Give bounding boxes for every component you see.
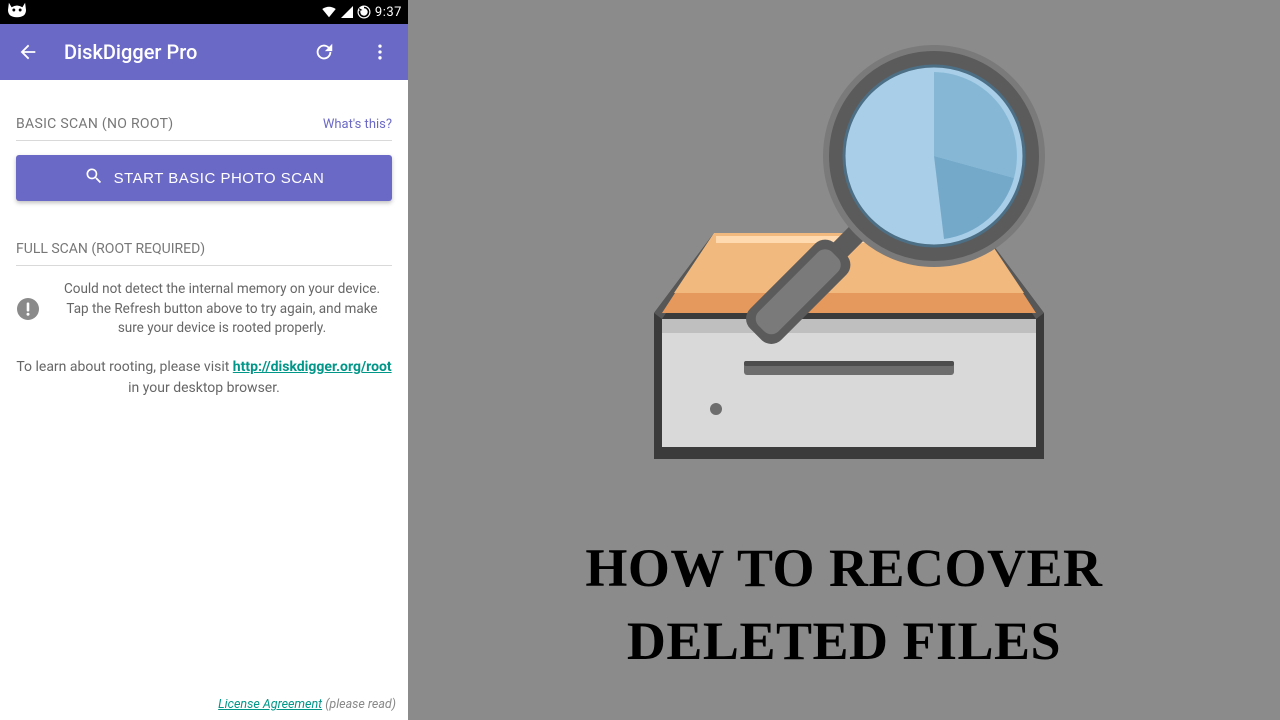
headline-line-2: DELETED FILES xyxy=(585,605,1102,678)
status-clock: 9:37 xyxy=(375,5,402,20)
please-read-label: (please read) xyxy=(322,697,396,712)
scan-button-label: START BASIC PHOTO SCAN xyxy=(114,170,325,187)
overflow-menu-button[interactable] xyxy=(360,32,400,72)
root-info-text: To learn about rooting, please visit htt… xyxy=(16,357,392,399)
divider xyxy=(16,265,392,266)
license-footer: License Agreement (please read) xyxy=(218,697,396,712)
full-scan-header: FULL SCAN (ROOT REQUIRED) xyxy=(16,241,392,257)
app-title: DiskDigger Pro xyxy=(64,40,288,64)
root-warning-text: Could not detect the internal memory on … xyxy=(52,280,392,339)
right-panel: HOW TO RECOVER DELETED FILES xyxy=(408,0,1280,720)
root-info-pre: To learn about rooting, please visit xyxy=(16,359,232,375)
wifi-icon xyxy=(321,6,337,18)
root-warning-row: Could not detect the internal memory on … xyxy=(16,280,392,339)
app-bar: DiskDigger Pro xyxy=(0,24,408,80)
os-logo-icon xyxy=(6,1,28,23)
arrow-left-icon xyxy=(17,41,39,63)
tutorial-headline: HOW TO RECOVER DELETED FILES xyxy=(585,532,1102,678)
sync-badge-icon xyxy=(357,5,371,19)
basic-scan-header: BASIC SCAN (NO ROOT) xyxy=(16,116,173,132)
alert-icon xyxy=(16,297,40,321)
root-info-post: in your desktop browser. xyxy=(128,380,280,396)
headline-line-1: HOW TO RECOVER xyxy=(585,532,1102,605)
app-content: BASIC SCAN (NO ROOT) What's this? START … xyxy=(0,80,408,720)
whats-this-link[interactable]: What's this? xyxy=(323,117,392,132)
divider xyxy=(16,140,392,141)
diskdigger-logo-icon xyxy=(609,38,1079,492)
start-basic-scan-button[interactable]: START BASIC PHOTO SCAN xyxy=(16,155,392,201)
refresh-button[interactable] xyxy=(304,32,344,72)
android-status-bar: 9:37 xyxy=(0,0,408,24)
back-button[interactable] xyxy=(8,32,48,72)
more-vert-icon xyxy=(370,42,390,62)
signal-icon xyxy=(341,6,353,18)
refresh-icon xyxy=(313,41,335,63)
root-link[interactable]: http://diskdigger.org/root xyxy=(233,359,392,375)
phone-screenshot: 9:37 DiskDigger Pro BASIC SCAN (NO ROOT)… xyxy=(0,0,408,720)
license-agreement-link[interactable]: License Agreement xyxy=(218,697,322,712)
search-icon xyxy=(84,166,104,190)
